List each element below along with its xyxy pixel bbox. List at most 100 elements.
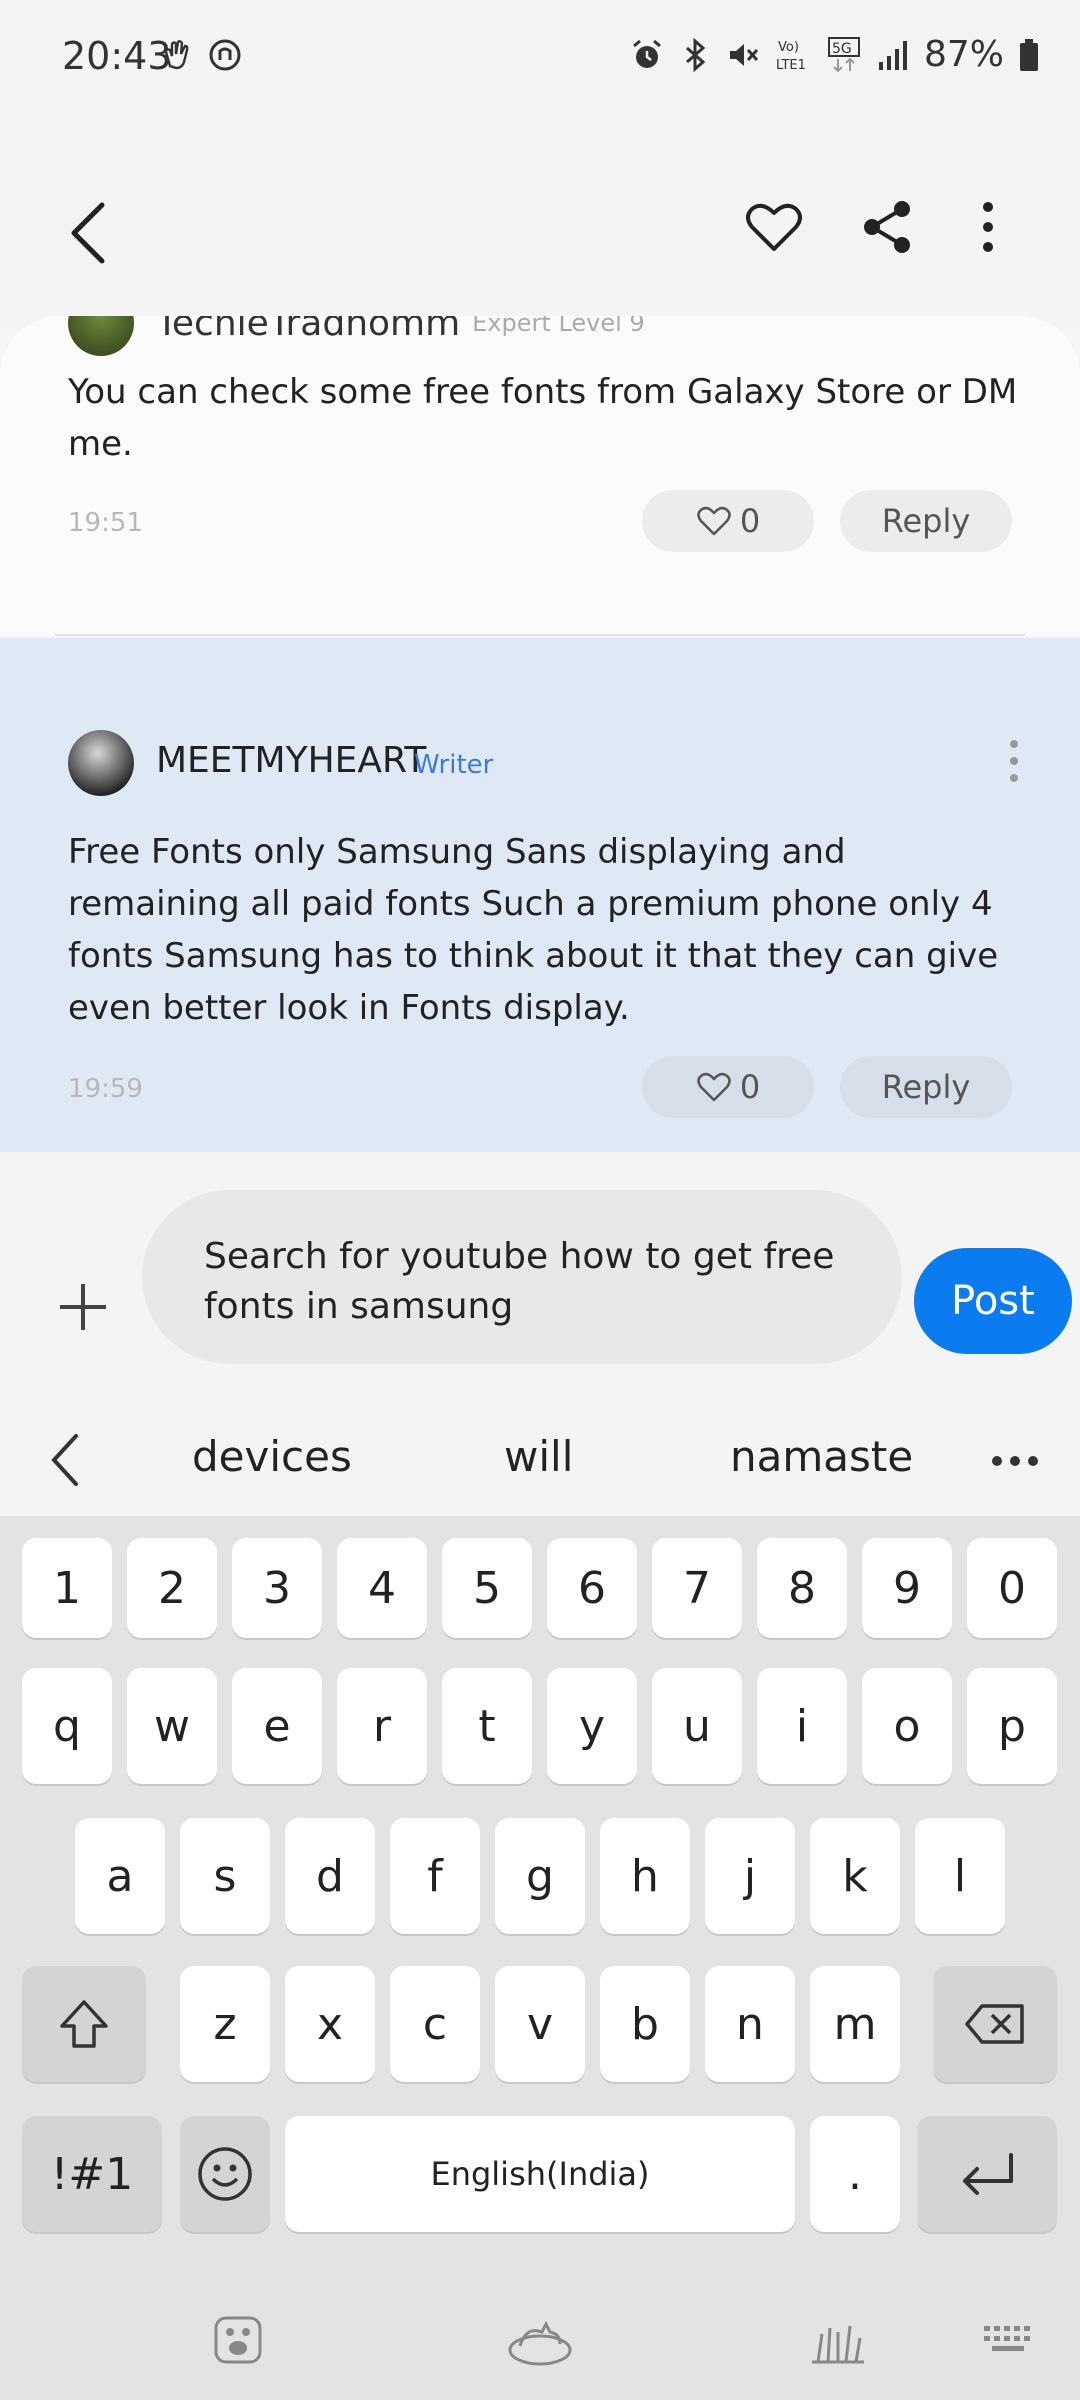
emoji-icon — [198, 2147, 252, 2201]
key-p[interactable]: p — [967, 1668, 1057, 1784]
key-8[interactable]: 8 — [757, 1538, 847, 1638]
alarm-icon — [633, 39, 661, 68]
key-z[interactable]: z — [180, 1966, 270, 2082]
key-x[interactable]: x — [285, 1966, 375, 2082]
comment-time: 19:59 — [68, 1074, 143, 1104]
key-1[interactable]: 1 — [22, 1538, 112, 1638]
suggestion-word[interactable]: will — [504, 1432, 573, 1481]
cat-bed-icon[interactable] — [506, 2310, 574, 2370]
keyboard: 1 2 3 4 5 6 7 8 9 0 q w e r t y u i o p … — [0, 1516, 1080, 2400]
key-t[interactable]: t — [442, 1668, 532, 1784]
author-level: Expert Level 9 — [472, 316, 645, 337]
key-u[interactable]: u — [652, 1668, 742, 1784]
key-i[interactable]: i — [757, 1668, 847, 1784]
svg-text:5G: 5G — [832, 41, 852, 57]
signal-icon — [878, 40, 907, 70]
comment-card-highlighted: MEETMYHEART Writer Free Fonts only Samsu… — [0, 638, 1080, 1152]
key-n[interactable]: n — [705, 1966, 795, 2082]
reply-button[interactable]: Reply — [840, 490, 1012, 552]
plus-icon[interactable] — [58, 1282, 108, 1332]
key-3[interactable]: 3 — [232, 1538, 322, 1638]
like-button[interactable]: 0 — [642, 490, 814, 552]
key-5[interactable]: 5 — [442, 1538, 532, 1638]
key-f[interactable]: f — [390, 1818, 480, 1934]
reply-button[interactable]: Reply — [840, 1056, 1012, 1118]
enter-key[interactable] — [917, 2116, 1057, 2232]
share-icon[interactable] — [856, 195, 920, 259]
key-o[interactable]: o — [862, 1668, 952, 1784]
like-count: 0 — [739, 1068, 761, 1106]
more-horiz-icon[interactable] — [990, 1454, 1040, 1468]
comment-author[interactable]: TechieTradhomm — [156, 316, 460, 344]
shift-icon — [60, 2000, 108, 2048]
chevron-left-icon[interactable] — [46, 1430, 82, 1490]
avatar[interactable] — [68, 316, 134, 356]
svg-text:LTE1: LTE1 — [776, 58, 806, 73]
comment-card: TechieTradhomm Expert Level 9 You can ch… — [0, 316, 1080, 636]
cat-grass-icon[interactable] — [804, 2310, 872, 2370]
suggestion-word[interactable]: devices — [192, 1432, 352, 1481]
key-c[interactable]: c — [390, 1966, 480, 2082]
suggestion-word[interactable]: namaste — [730, 1432, 913, 1481]
comment-input[interactable]: Search for youtube how to get free fonts… — [142, 1190, 902, 1364]
key-m[interactable]: m — [810, 1966, 900, 2082]
avatar[interactable] — [68, 730, 134, 796]
comment-time: 19:51 — [68, 508, 143, 538]
5g-icon: 5G — [827, 36, 860, 72]
comment-author[interactable]: MEETMYHEART — [156, 740, 426, 781]
bluetooth-icon — [685, 37, 706, 72]
period-key[interactable]: . — [810, 2116, 900, 2232]
heart-outline-icon — [697, 1072, 731, 1102]
key-y[interactable]: y — [547, 1668, 637, 1784]
post-button[interactable]: Post — [914, 1248, 1072, 1354]
key-h[interactable]: h — [600, 1818, 690, 1934]
paw-icon[interactable] — [208, 2310, 268, 2370]
key-a[interactable]: a — [75, 1818, 165, 1934]
symbols-key[interactable]: !#1 — [22, 2116, 162, 2232]
key-b[interactable]: b — [600, 1966, 690, 2082]
key-l[interactable]: l — [915, 1818, 1005, 1934]
key-j[interactable]: j — [705, 1818, 795, 1934]
space-key[interactable]: English(India) — [285, 2116, 795, 2232]
mute-icon — [729, 43, 759, 66]
like-count: 0 — [739, 502, 761, 540]
key-w[interactable]: w — [127, 1668, 217, 1784]
keyboard-hide-icon[interactable] — [980, 2310, 1040, 2370]
key-d[interactable]: d — [285, 1818, 375, 1934]
key-7[interactable]: 7 — [652, 1538, 742, 1638]
emoji-key[interactable] — [180, 2116, 270, 2232]
key-r[interactable]: r — [337, 1668, 427, 1784]
battery-percent: 87% — [923, 34, 1004, 75]
heart-icon[interactable] — [742, 195, 806, 259]
comment-text: Free Fonts only Samsung Sans displaying … — [68, 832, 999, 1028]
like-button[interactable]: 0 — [642, 1056, 814, 1118]
key-9[interactable]: 9 — [862, 1538, 952, 1638]
key-v[interactable]: v — [495, 1966, 585, 2082]
more-vert-icon[interactable] — [1004, 738, 1024, 784]
key-s[interactable]: s — [180, 1818, 270, 1934]
comment-text: You can check some free fonts from Galax… — [68, 372, 1018, 464]
back-icon[interactable] — [58, 193, 118, 273]
svg-text:Vo): Vo) — [778, 40, 799, 55]
key-q[interactable]: q — [22, 1668, 112, 1784]
comment-composer: Search for youtube how to get free fonts… — [0, 1152, 1080, 1404]
shift-key[interactable] — [22, 1966, 146, 2082]
heart-outline-icon — [697, 506, 731, 536]
divider — [55, 634, 1025, 636]
key-e[interactable]: e — [232, 1668, 322, 1784]
status-bar: 20:43 Vo) LTE1 5G 87% — [0, 0, 1080, 115]
key-2[interactable]: 2 — [127, 1538, 217, 1638]
key-4[interactable]: 4 — [337, 1538, 427, 1638]
key-6[interactable]: 6 — [547, 1538, 637, 1638]
backspace-key[interactable] — [933, 1966, 1057, 2082]
key-k[interactable]: k — [810, 1818, 900, 1934]
hand-icon — [164, 40, 189, 70]
keyboard-toolbar — [0, 2280, 1080, 2400]
battery-icon — [1020, 38, 1038, 71]
key-g[interactable]: g — [495, 1818, 585, 1934]
backspace-icon — [965, 2004, 1024, 2044]
key-0[interactable]: 0 — [967, 1538, 1057, 1638]
volte-icon: Vo) LTE1 — [776, 40, 806, 73]
writer-badge: Writer — [414, 750, 494, 780]
more-vert-icon[interactable] — [968, 195, 1008, 259]
